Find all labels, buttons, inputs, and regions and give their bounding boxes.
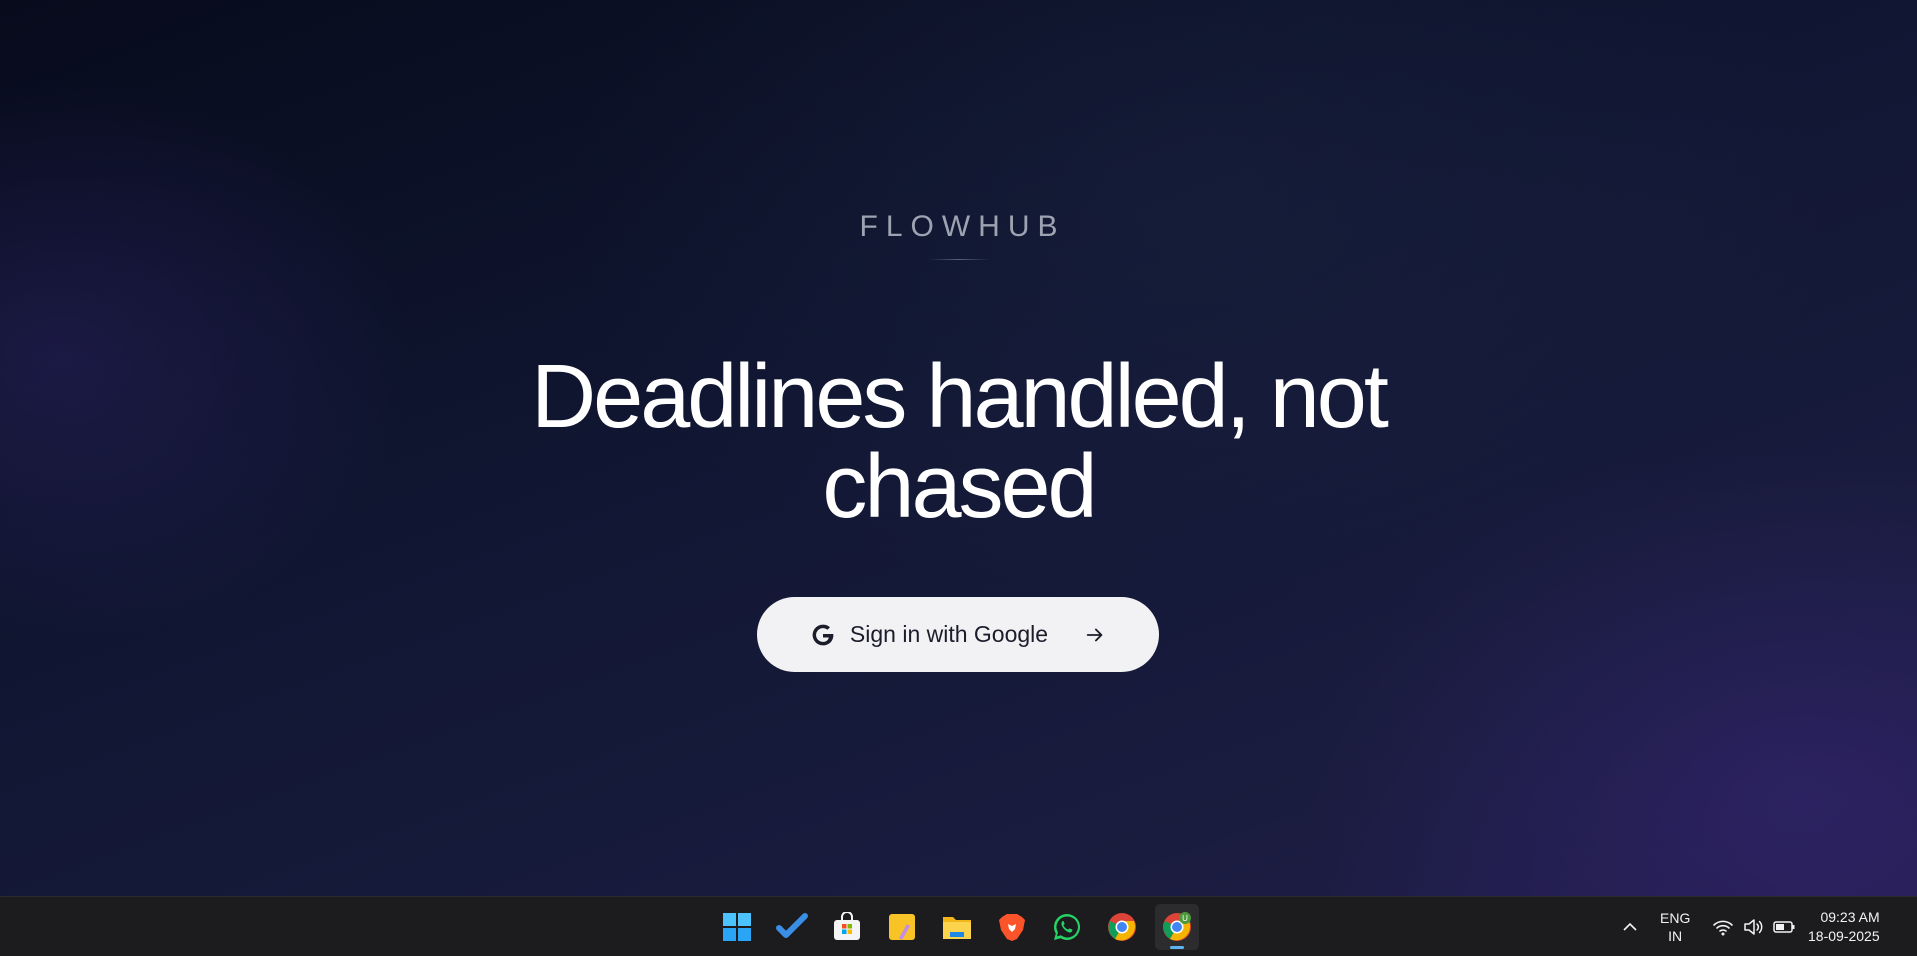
language-code: ENG [1660, 909, 1691, 926]
active-app-indicator [1170, 945, 1184, 949]
hero-headline: Deadlines handled, not chased [400, 352, 1517, 532]
chrome-profile-icon[interactable]: U [1155, 903, 1199, 950]
volume-icon [1744, 918, 1763, 935]
brand-logo-text: FLOWHUB [859, 210, 1066, 243]
sign-in-with-google-button[interactable]: Sign in with Google [757, 597, 1159, 672]
app-window: FLOWHUB Deadlines handled, not chased Si… [0, 0, 1917, 896]
clock-time: 09:23 AM [1820, 908, 1880, 925]
whatsapp-icon[interactable] [1045, 904, 1089, 950]
arrow-right-icon [1086, 628, 1103, 641]
microsoft-store-icon[interactable] [825, 904, 869, 950]
file-explorer-icon[interactable] [935, 904, 979, 950]
taskbar: U ENG IN 09:23 AM 18-09-2025 [0, 896, 1917, 956]
language-indicator[interactable]: ENG IN [1660, 897, 1690, 956]
microsoft-todo-icon[interactable] [770, 904, 814, 950]
show-hidden-icons-button[interactable] [1620, 897, 1640, 956]
chevron-up-icon [1623, 922, 1637, 931]
brand-divider [928, 259, 990, 260]
windows-start-icon[interactable] [715, 904, 759, 950]
sticky-notes-icon[interactable] [880, 904, 924, 950]
wifi-icon [1713, 920, 1733, 935]
headline-line-1: Deadlines handled, not [531, 347, 1389, 447]
clock[interactable]: 09:23 AM 18-09-2025 [1808, 897, 1880, 956]
chrome-icon[interactable] [1100, 904, 1144, 950]
profile-badge: U [1182, 914, 1188, 923]
headline-line-2: chased [822, 437, 1097, 537]
taskbar-apps: U [715, 897, 1199, 956]
system-tray-status[interactable] [1712, 897, 1796, 956]
language-region: IN [1668, 927, 1683, 944]
battery-icon [1773, 920, 1795, 933]
brave-browser-icon[interactable] [990, 904, 1034, 950]
sign-in-label: Sign in with Google [849, 621, 1049, 647]
clock-date: 18-09-2025 [1808, 927, 1880, 944]
google-g-icon [812, 624, 834, 645]
